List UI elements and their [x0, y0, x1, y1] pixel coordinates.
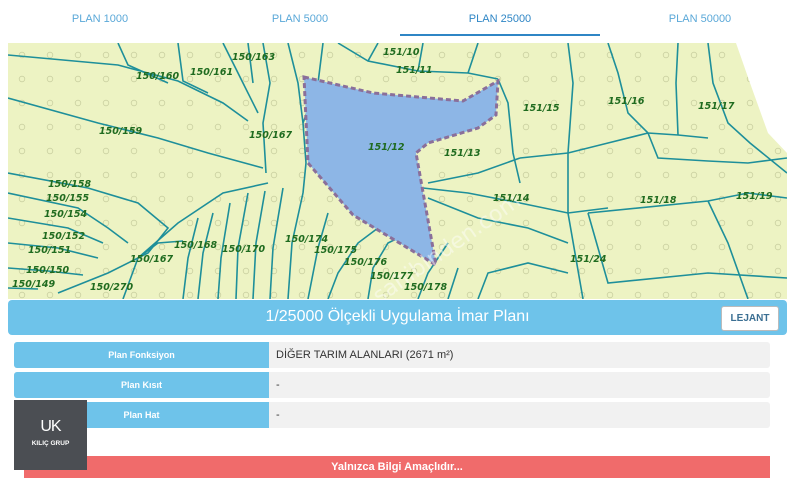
- info-only-banner: Yalnızca Bilgi Amaçlıdır...: [24, 456, 770, 478]
- info-row-plan-hat: Plan Hat -: [14, 402, 770, 428]
- parcel-label: 150/170: [222, 244, 266, 255]
- parcel-label: 150/168: [174, 240, 218, 251]
- parcel-label: 150/155: [46, 193, 90, 204]
- parcel-label: 150/177: [370, 271, 414, 282]
- info-row-plan-kisit: Plan Kısıt -: [14, 372, 770, 398]
- parcel-label: 151/16: [608, 96, 645, 107]
- info-row-label: Plan Kısıt: [14, 372, 269, 398]
- parcel-label: 151/17: [698, 101, 735, 112]
- tab-plan-1000[interactable]: PLAN 1000: [0, 0, 200, 36]
- info-row-value: DİĞER TARIM ALANLARI (2671 m²): [276, 349, 454, 361]
- parcel-label: 151/11: [396, 65, 433, 76]
- tab-plan-5000[interactable]: PLAN 5000: [200, 0, 400, 36]
- logo-name: KILIÇ GRUP: [31, 440, 70, 447]
- parcel-label: 150/161: [190, 67, 233, 78]
- parcel-label: 150/160: [136, 71, 180, 82]
- map-canvas: sahibinden.com 150/160 150/161 150/163 1…: [8, 43, 787, 299]
- info-row-label: Plan Fonksiyon: [14, 342, 269, 368]
- tab-plan-50000[interactable]: PLAN 50000: [600, 0, 800, 36]
- parcel-label: 150/270: [90, 282, 134, 293]
- parcel-label: 150/150: [26, 265, 70, 276]
- parcel-label: 151/14: [493, 193, 530, 204]
- parcel-label: 150/158: [48, 179, 92, 190]
- tab-plan-25000[interactable]: PLAN 25000: [400, 0, 600, 36]
- parcel-label: 150/167: [249, 130, 293, 141]
- parcel-label: 151/12: [368, 142, 405, 153]
- parcel-label: 150/167: [130, 254, 174, 265]
- parcel-label: 150/175: [314, 245, 358, 256]
- info-row-value: -: [276, 409, 280, 421]
- parcel-label: 150/152: [42, 231, 86, 242]
- parcel-map[interactable]: sahibinden.com 150/160 150/161 150/163 1…: [8, 43, 787, 299]
- parcel-label: 150/174: [285, 234, 329, 245]
- parcel-label: 150/151: [28, 245, 71, 256]
- parcel-label: 150/154: [44, 209, 88, 220]
- plan-title-bar: 1/25000 Ölçekli Uygulama İmar Planı LEJA…: [8, 300, 787, 335]
- parcel-label: 150/176: [344, 257, 388, 268]
- parcel-label: 151/19: [736, 191, 773, 202]
- plan-tabs: PLAN 1000 PLAN 5000 PLAN 25000 PLAN 5000…: [0, 0, 800, 36]
- plan-title: 1/25000 Ölçekli Uygulama İmar Planı: [265, 308, 530, 325]
- parcel-label: 150/149: [12, 279, 56, 290]
- logo-mark: UK: [40, 418, 61, 435]
- info-row-value: -: [276, 379, 280, 391]
- company-logo: UK KILIÇ GRUP: [14, 400, 87, 470]
- parcel-label: 151/18: [640, 195, 677, 206]
- info-row-plan-fonksiyon: Plan Fonksiyon DİĞER TARIM ALANLARI (267…: [14, 342, 770, 368]
- parcel-label: 151/15: [523, 103, 560, 114]
- parcel-label: 151/24: [570, 254, 607, 265]
- legend-button[interactable]: LEJANT: [721, 306, 779, 331]
- parcel-label: 150/163: [232, 52, 276, 63]
- parcel-label: 151/13: [444, 148, 481, 159]
- parcel-label: 150/178: [404, 282, 448, 293]
- parcel-label: 150/159: [99, 126, 143, 137]
- parcel-label: 151/10: [383, 47, 420, 58]
